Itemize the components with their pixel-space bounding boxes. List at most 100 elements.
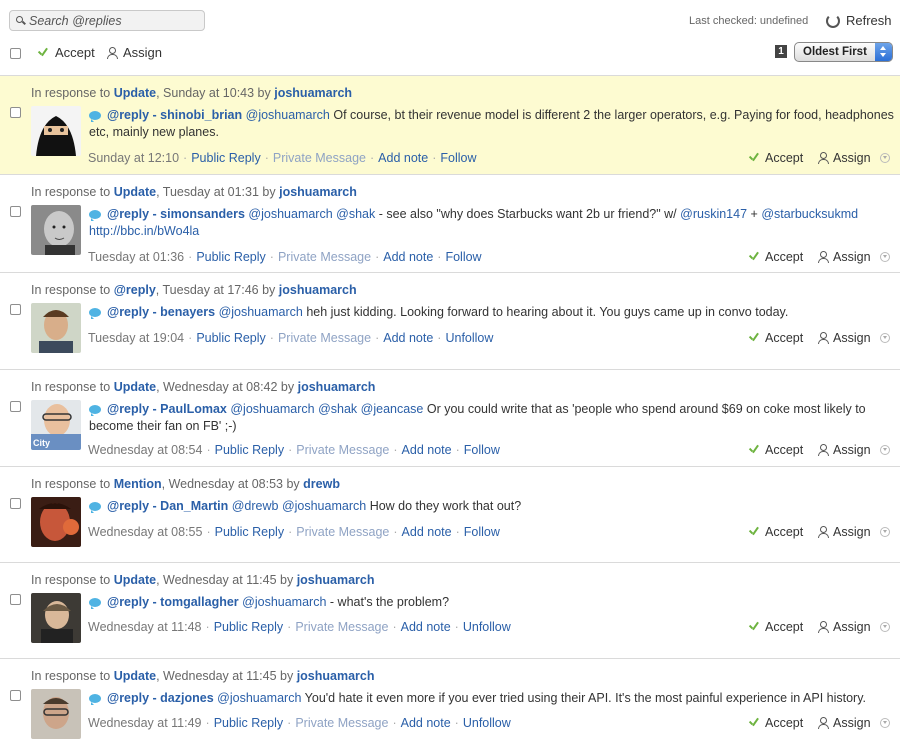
mention-link[interactable]: @ruskin147 xyxy=(680,207,747,221)
public-reply-link[interactable]: Public Reply xyxy=(191,151,260,165)
public-reply-link[interactable]: Public Reply xyxy=(215,525,284,539)
avatar[interactable] xyxy=(31,303,81,353)
avatar[interactable] xyxy=(31,205,81,255)
chevron-down-icon[interactable] xyxy=(880,252,890,262)
reply-author-link[interactable]: @reply - Dan_Martin xyxy=(107,499,228,513)
resp-type-link[interactable]: Update xyxy=(114,573,156,587)
mention-link[interactable]: @drewb @joshuamarch xyxy=(232,499,366,513)
public-reply-link[interactable]: Public Reply xyxy=(196,250,265,264)
add-note-link[interactable]: Add note xyxy=(378,151,428,165)
avatar[interactable] xyxy=(31,497,81,547)
accept-button[interactable]: Accept xyxy=(748,331,818,345)
avatar[interactable] xyxy=(31,106,81,156)
mention-link[interactable]: @joshuamarch xyxy=(242,595,326,609)
private-message-link[interactable]: Private Message xyxy=(273,151,366,165)
resp-type-link[interactable]: Update xyxy=(114,380,156,394)
avatar[interactable] xyxy=(31,593,81,643)
reply-author-link[interactable]: @reply - benayers xyxy=(107,305,215,319)
item-checkbox[interactable] xyxy=(10,304,21,315)
reply-author-link[interactable]: @reply - shinobi_brian xyxy=(107,108,242,122)
assign-button[interactable]: Assign xyxy=(818,716,880,730)
accept-button[interactable]: Accept xyxy=(748,250,818,264)
private-message-link[interactable]: Private Message xyxy=(295,716,388,730)
private-message-link[interactable]: Private Message xyxy=(295,620,388,634)
public-reply-link[interactable]: Public Reply xyxy=(196,331,265,345)
mention-link[interactable]: @joshuamarch @shak xyxy=(248,207,375,221)
follow-link[interactable]: Unfollow xyxy=(463,716,511,730)
reply-author-link[interactable]: @reply - tomgallagher xyxy=(107,595,239,609)
chevron-down-icon[interactable] xyxy=(880,153,890,163)
follow-link[interactable]: Follow xyxy=(464,443,500,457)
avatar[interactable] xyxy=(31,689,81,739)
chevron-down-icon[interactable] xyxy=(880,718,890,728)
avatar[interactable]: City xyxy=(31,400,81,450)
accept-button[interactable]: Accept xyxy=(748,620,818,634)
chevron-down-icon[interactable] xyxy=(880,622,890,632)
assign-button[interactable]: Assign xyxy=(818,250,880,264)
assign-button[interactable]: Assign xyxy=(818,525,880,539)
accept-button[interactable]: Accept xyxy=(748,525,818,539)
public-reply-link[interactable]: Public Reply xyxy=(215,443,284,457)
public-reply-link[interactable]: Public Reply xyxy=(214,620,283,634)
item-checkbox[interactable] xyxy=(10,206,21,217)
bulk-assign-button[interactable]: Assign xyxy=(107,45,162,60)
item-checkbox[interactable] xyxy=(10,690,21,701)
mention-link[interactable]: @joshuamarch xyxy=(217,691,301,705)
follow-link[interactable]: Unfollow xyxy=(445,331,493,345)
chevron-down-icon[interactable] xyxy=(880,445,890,455)
search-input[interactable] xyxy=(25,13,199,28)
private-message-link[interactable]: Private Message xyxy=(296,525,389,539)
resp-type-link[interactable]: @reply xyxy=(114,283,156,297)
reply-author-link[interactable]: @reply - PaulLomax xyxy=(107,402,227,416)
private-message-link[interactable]: Private Message xyxy=(278,250,371,264)
assign-button[interactable]: Assign xyxy=(818,151,880,165)
refresh-button[interactable]: Refresh xyxy=(826,13,892,28)
page-number[interactable]: 1 xyxy=(775,45,787,58)
accept-button[interactable]: Accept xyxy=(748,716,818,730)
resp-type-link[interactable]: Update xyxy=(114,669,156,683)
assign-button[interactable]: Assign xyxy=(818,443,880,457)
add-note-link[interactable]: Add note xyxy=(402,443,452,457)
mention-link[interactable]: @joshuamarch @shak @jeancase xyxy=(230,402,423,416)
reply-author-link[interactable]: @reply - dazjones xyxy=(107,691,214,705)
reply-author-link[interactable]: @reply - simonsanders xyxy=(107,207,245,221)
resp-user-link[interactable]: joshuamarch xyxy=(279,185,357,199)
mention-link[interactable]: @joshuamarch xyxy=(246,108,330,122)
resp-type-link[interactable]: Update xyxy=(114,185,156,199)
add-note-link[interactable]: Add note xyxy=(401,716,451,730)
resp-user-link[interactable]: joshuamarch xyxy=(279,283,357,297)
item-checkbox[interactable] xyxy=(10,401,21,412)
public-reply-link[interactable]: Public Reply xyxy=(214,716,283,730)
follow-link[interactable]: Follow xyxy=(440,151,476,165)
follow-link[interactable]: Follow xyxy=(445,250,481,264)
private-message-link[interactable]: Private Message xyxy=(296,443,389,457)
item-checkbox[interactable] xyxy=(10,107,21,118)
select-all-checkbox[interactable] xyxy=(10,48,21,59)
assign-button[interactable]: Assign xyxy=(818,331,880,345)
url-link[interactable]: http://bbc.in/bWo4la xyxy=(89,224,199,238)
search-box[interactable] xyxy=(9,10,205,31)
assign-button[interactable]: Assign xyxy=(818,620,880,634)
add-note-link[interactable]: Add note xyxy=(402,525,452,539)
chevron-down-icon[interactable] xyxy=(880,527,890,537)
bulk-accept-button[interactable]: Accept xyxy=(37,45,95,60)
resp-type-link[interactable]: Update xyxy=(114,86,156,100)
add-note-link[interactable]: Add note xyxy=(401,620,451,634)
add-note-link[interactable]: Add note xyxy=(383,331,433,345)
chevron-down-icon[interactable] xyxy=(880,333,890,343)
mention-link[interactable]: @joshuamarch xyxy=(219,305,303,319)
private-message-link[interactable]: Private Message xyxy=(278,331,371,345)
accept-button[interactable]: Accept xyxy=(748,151,818,165)
resp-user-link[interactable]: drewb xyxy=(303,477,340,491)
sort-select[interactable]: Oldest First xyxy=(794,42,893,62)
follow-link[interactable]: Unfollow xyxy=(463,620,511,634)
follow-link[interactable]: Follow xyxy=(464,525,500,539)
mention-link[interactable]: @starbucksukmd xyxy=(761,207,858,221)
add-note-link[interactable]: Add note xyxy=(383,250,433,264)
resp-user-link[interactable]: joshuamarch xyxy=(297,669,375,683)
item-checkbox[interactable] xyxy=(10,498,21,509)
accept-button[interactable]: Accept xyxy=(748,443,818,457)
resp-user-link[interactable]: joshuamarch xyxy=(298,380,376,394)
resp-user-link[interactable]: joshuamarch xyxy=(297,573,375,587)
item-checkbox[interactable] xyxy=(10,594,21,605)
